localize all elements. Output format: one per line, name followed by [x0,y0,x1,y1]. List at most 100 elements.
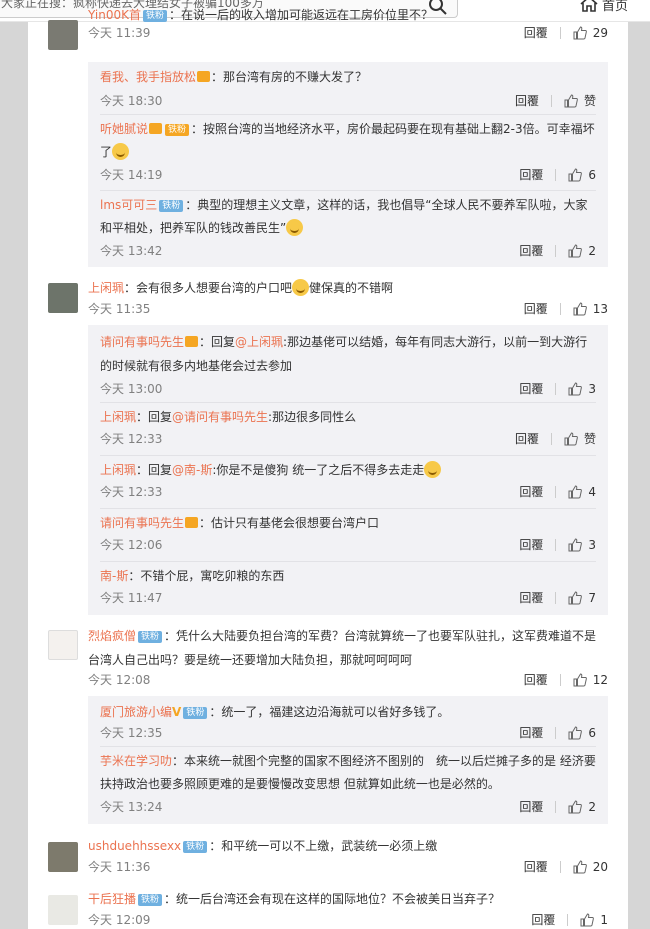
crown-icon [185,336,199,347]
divider [559,673,561,686]
like-count: 6 [588,725,596,740]
reply-button[interactable]: 回覆 [524,671,548,688]
like-count: 2 [588,243,596,258]
like-icon[interactable] [568,799,583,814]
avatar[interactable] [48,20,78,50]
like-icon[interactable] [568,484,583,499]
mention-link[interactable]: @请问有事吗先生 [172,410,268,424]
username[interactable]: 上闲珮 [88,281,124,295]
comment-body-tail: 健保真的不错啊 [309,281,394,295]
reply-text: 请问有事吗先生 ：估计只有基佬会很想要台湾户口 [100,512,596,535]
reply-button[interactable]: 回覆 [515,92,539,109]
username[interactable]: lms可可三 [100,198,157,212]
username[interactable]: 南-斯 [100,569,128,583]
like-icon[interactable] [564,431,578,446]
reply-divider [100,508,596,509]
username[interactable]: 看我、我手指放松 [100,70,196,84]
comment-body: ：在说一后的收入增加可能返远在工房价位里不？ [169,8,434,22]
divider [555,538,557,551]
username[interactable]: 请问有事吗先生 [100,516,184,530]
reply-body: ：那台湾有房的不赚大发了？ [211,70,368,84]
divider [555,591,557,604]
username[interactable]: ushduehhssexx [88,839,181,853]
username[interactable]: 干后狂播 [88,892,136,906]
username[interactable]: 上闲珮 [100,410,136,424]
like-count: 1 [600,912,608,927]
reply-box: 请问有事吗先生 ：回复@上闲珮:那边基佬可以结婚，每年有同志大游行，以前一到大游行… [88,325,608,615]
like-count: 13 [592,301,608,316]
reply-text: 芋米在学习叻：本来统一就图个完整的国家不图经济不图别的 统一以后烂摊子多的是 经… [100,750,596,796]
username[interactable]: 芋米在学习叻 [100,754,172,768]
reply-text: lms可可三 铁粉 ：典型的理想主义文章，这样的话，我也倡导“全球人民不要养军队啦，… [100,194,596,240]
comment-text: 干后狂播 铁粉 ：统一后台湾还会有现在这样的国际地位？不会被美日当弃子？ [88,888,608,911]
comment-actions: 回覆 13 [524,300,608,317]
fan-badge: 铁粉 [142,10,167,22]
comment-text: 烈焰疯僧 铁粉 ：凭什么大陆要负担台湾的军费？台湾就算统一了也要军队驻扎，这军费难道… [88,624,608,672]
fan-badge: 铁粉 [159,200,184,212]
fan-badge: 铁粉 [138,894,163,906]
reply-text: 厦门旅游小编V 铁粉 ：统一了，福建这边沿海就可以省好多钱了。 [100,701,596,724]
avatar[interactable] [48,842,78,872]
reply-button[interactable]: 回覆 [531,911,555,928]
reply-divider [100,561,596,562]
like-count: 赞 [583,432,596,446]
like-icon[interactable] [573,25,587,40]
reply-text: 听她腻说 铁粉 ：按照台湾的当地经济水平，房价最起码要在现有基础上翻2-3倍。可幸福… [100,118,596,164]
comment-actions: 回覆 29 [524,24,608,41]
comment-body: ：统一后台湾还会有现在这样的国际地位？不会被美日当弃子？ [164,892,501,906]
divider [555,485,557,498]
comment-actions: 回覆 12 [524,671,608,688]
mention-link[interactable]: @上闲珮 [235,335,283,349]
reply-button[interactable]: 回覆 [519,380,543,397]
username[interactable]: 厦门旅游小编 [100,705,172,719]
like-count: 12 [592,672,608,687]
username[interactable]: 请问有事吗先生 [100,335,184,349]
reply-text: 南-斯：不错个屁，寓吃卯粮的东西 [100,565,596,588]
reply-actions: 回覆 6 [519,724,596,741]
reply-actions: 回覆 2 [519,242,596,259]
like-icon[interactable] [573,859,587,874]
reply-button[interactable]: 回覆 [519,166,543,183]
reply-button[interactable]: 回覆 [519,798,543,815]
reply-actions: 回覆 2 [519,798,596,815]
username[interactable]: Yin00K首 [88,8,141,22]
reply-time: 今天 13:24 [100,800,163,814]
like-icon[interactable] [568,243,583,258]
mention-link[interactable]: @南-斯 [172,463,212,477]
like-count: 29 [592,25,608,40]
username[interactable]: 上闲珮 [100,463,136,477]
reply-button[interactable]: 回覆 [519,483,543,500]
reply-button[interactable]: 回覆 [519,536,543,553]
like-count: 3 [588,381,596,396]
like-icon[interactable] [568,590,583,605]
like-icon[interactable] [568,167,583,182]
username[interactable]: 烈焰疯僧 [88,629,136,643]
like-icon[interactable] [580,912,595,927]
reply-body: :你是不是傻狗 统一了之后不得多去走走 [212,463,425,477]
like-icon[interactable] [573,301,587,316]
like-icon[interactable] [568,381,583,396]
reply-actions: 回覆 赞 [515,92,596,109]
like-icon[interactable] [568,537,583,552]
avatar[interactable] [48,895,78,925]
reply-button[interactable]: 回覆 [519,589,543,606]
comment-list: Yin00K首 铁粉 ：在说一后的收入增加可能返远在工房价位里不？ 今天 11:39… [28,8,628,929]
reply-body: ：估计只有基佬会很想要台湾户口 [199,516,380,530]
divider [559,302,561,315]
like-icon[interactable] [564,93,578,108]
like-icon[interactable] [568,725,583,740]
reply-button[interactable]: 回覆 [524,300,548,317]
reply-button[interactable]: 回覆 [515,430,539,447]
avatar[interactable] [48,283,78,313]
reply-button[interactable]: 回覆 [519,242,543,259]
comment-time: 今天 12:08 [88,673,151,687]
avatar[interactable] [48,630,78,660]
reply-button[interactable]: 回覆 [519,724,543,741]
like-icon[interactable] [573,672,587,687]
reply-button[interactable]: 回覆 [524,858,548,875]
username[interactable]: 听她腻说 [100,122,148,136]
reply-button[interactable]: 回覆 [524,24,548,41]
crown-icon [149,123,163,134]
divider [555,382,557,395]
divider [555,168,557,181]
